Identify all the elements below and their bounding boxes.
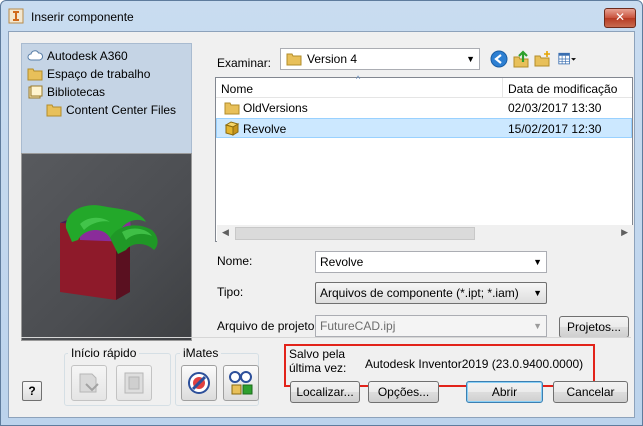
project-file-label: Arquivo de projeto: [217, 319, 318, 333]
nav-item-label: Autodesk A360 [47, 49, 128, 63]
inventor-app-icon [8, 8, 24, 24]
part-icon [224, 121, 240, 136]
imate-automatic-button[interactable] [223, 365, 259, 401]
scroll-left-icon[interactable]: ◀ [222, 227, 229, 238]
file-name: OldVersions [243, 101, 308, 115]
look-in-value: Version 4 [307, 52, 358, 66]
projects-button[interactable]: Projetos... [559, 316, 629, 338]
back-icon[interactable] [490, 50, 508, 68]
file-list[interactable]: ^ Nome Data de modificação OldVersions 0… [215, 74, 633, 242]
file-type-select[interactable]: Arquivos de componente (*.ipt; *.iam) ▼ [315, 282, 547, 304]
file-name-combo[interactable]: Revolve ▼ [315, 251, 547, 273]
cloud-icon [27, 50, 43, 61]
up-one-level-icon[interactable] [512, 50, 530, 68]
nav-item-label: Bibliotecas [47, 85, 106, 99]
file-date: 02/03/2017 13:30 [508, 101, 602, 115]
file-type-value: Arquivos de componente (*.ipt; *.iam) [320, 286, 519, 300]
nav-item-workspace[interactable]: Espaço de trabalho [27, 65, 150, 83]
help-icon: ? [28, 384, 36, 398]
imates-title: iMates [180, 346, 222, 360]
scroll-right-icon[interactable]: ▶ [621, 227, 628, 238]
libraries-icon [28, 85, 43, 99]
quick-start-title: Início rápido [68, 346, 140, 360]
view-menu-icon[interactable] [558, 50, 576, 68]
imate-interactively-button[interactable] [181, 365, 217, 401]
window-title: Inserir componente [31, 10, 134, 24]
type-label: Tipo: [217, 285, 244, 299]
close-button[interactable]: ✕ [604, 8, 636, 28]
title-bar[interactable]: Inserir componente ✕ [1, 1, 642, 31]
close-icon: ✕ [614, 10, 626, 24]
cancel-button[interactable]: Cancelar [553, 381, 628, 403]
new-folder-icon[interactable] [534, 50, 552, 68]
look-in-label: Examinar: [217, 56, 272, 70]
dialog-window: Inserir componente ✕ Autodesk A360 Espaç… [0, 0, 643, 426]
horizontal-scrollbar[interactable]: ◀ ▶ [217, 225, 633, 242]
column-header-date-modified[interactable]: Data de modificação [503, 78, 632, 98]
assembly-icon [124, 372, 144, 394]
nav-item-label: Content Center Files [66, 103, 177, 117]
imate-target-icon [188, 372, 210, 394]
quick-start-place-button [71, 365, 107, 401]
nav-item-label: Espaço de trabalho [47, 67, 151, 81]
nav-item-autodesk-a360[interactable]: Autodesk A360 [27, 47, 128, 65]
divider [21, 337, 631, 338]
look-in-combo[interactable]: Version 4 ▼ [280, 48, 480, 70]
place-component-icon [79, 373, 99, 393]
file-name: Revolve [243, 122, 287, 136]
list-item-selected[interactable]: Revolve 15/02/2017 12:30 [216, 118, 632, 138]
scrollbar-thumb[interactable] [235, 227, 475, 240]
folder-icon [27, 68, 43, 81]
folder-icon [224, 102, 240, 115]
open-button[interactable]: Abrir [466, 381, 543, 403]
locate-button[interactable]: Localizar... [290, 381, 360, 403]
saved-by-label-line1: Salvo pela [289, 347, 346, 361]
folder-icon [286, 53, 302, 66]
folder-icon [46, 104, 62, 117]
file-list-header: ^ Nome Data de modificação [216, 74, 632, 98]
name-label: Nome: [217, 254, 253, 268]
chevron-down-icon: ▼ [533, 288, 542, 298]
preview-pane [21, 153, 192, 341]
nav-item-content-center-files[interactable]: Content Center Files [46, 101, 176, 119]
quick-start-assembly-button [116, 365, 152, 401]
list-item[interactable]: OldVersions 02/03/2017 13:30 [216, 98, 632, 118]
nav-item-libraries[interactable]: Bibliotecas [27, 83, 105, 101]
file-date: 15/02/2017 12:30 [508, 122, 602, 136]
help-button[interactable]: ? [22, 381, 42, 401]
project-file-combo: FutureCAD.ipj ▼ [315, 315, 547, 337]
project-file-value: FutureCAD.ipj [320, 319, 396, 333]
location-panel: Autodesk A360 Espaço de trabalho Bibliot… [21, 43, 192, 163]
column-header-name[interactable]: Nome [216, 78, 503, 98]
part-preview-image [60, 205, 158, 300]
chevron-down-icon: ▼ [466, 54, 475, 64]
options-button[interactable]: Opções... [368, 381, 439, 403]
chevron-down-icon[interactable]: ▼ [533, 252, 542, 272]
file-name-value: Revolve [320, 255, 364, 269]
dialog-client-area: Autodesk A360 Espaço de trabalho Bibliot… [8, 31, 635, 418]
saved-by-value: Autodesk Inventor2019 (23.0.9400.0000) [365, 357, 584, 371]
chevron-down-icon: ▼ [533, 321, 542, 331]
saved-by-label-line2: última vez: [289, 361, 347, 375]
imate-link-icon [229, 371, 253, 395]
